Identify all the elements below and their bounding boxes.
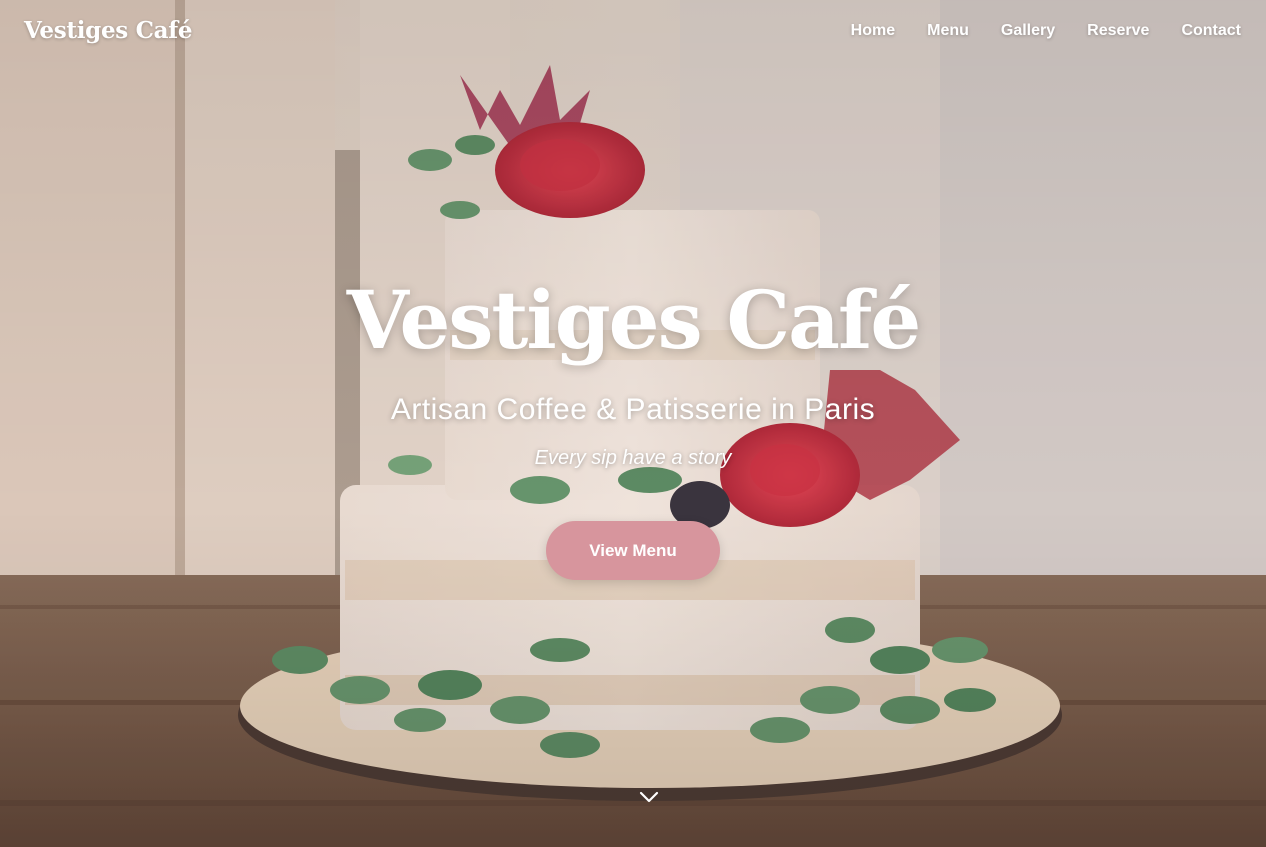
hero-section: Vestiges Café Home Menu Gallery Reserve … — [0, 0, 1266, 847]
view-menu-button[interactable]: View Menu — [546, 521, 720, 580]
nav-item-home[interactable]: Home — [851, 22, 895, 40]
main-nav: Home Menu Gallery Reserve Contact — [819, 22, 1241, 40]
nav-item-gallery[interactable]: Gallery — [1001, 22, 1055, 40]
hero-tagline: Every sip have a story — [534, 447, 732, 469]
brand-logo[interactable]: Vestiges Café — [24, 17, 192, 44]
hero-title: Vestiges Café — [346, 273, 922, 367]
hero-subtitle: Artisan Coffee & Patisserie in Paris — [390, 393, 876, 426]
chevron-down-icon[interactable] — [638, 790, 660, 804]
nav-item-reserve[interactable]: Reserve — [1087, 22, 1149, 40]
nav-item-contact[interactable]: Contact — [1181, 22, 1241, 40]
nav-item-menu[interactable]: Menu — [927, 22, 969, 40]
